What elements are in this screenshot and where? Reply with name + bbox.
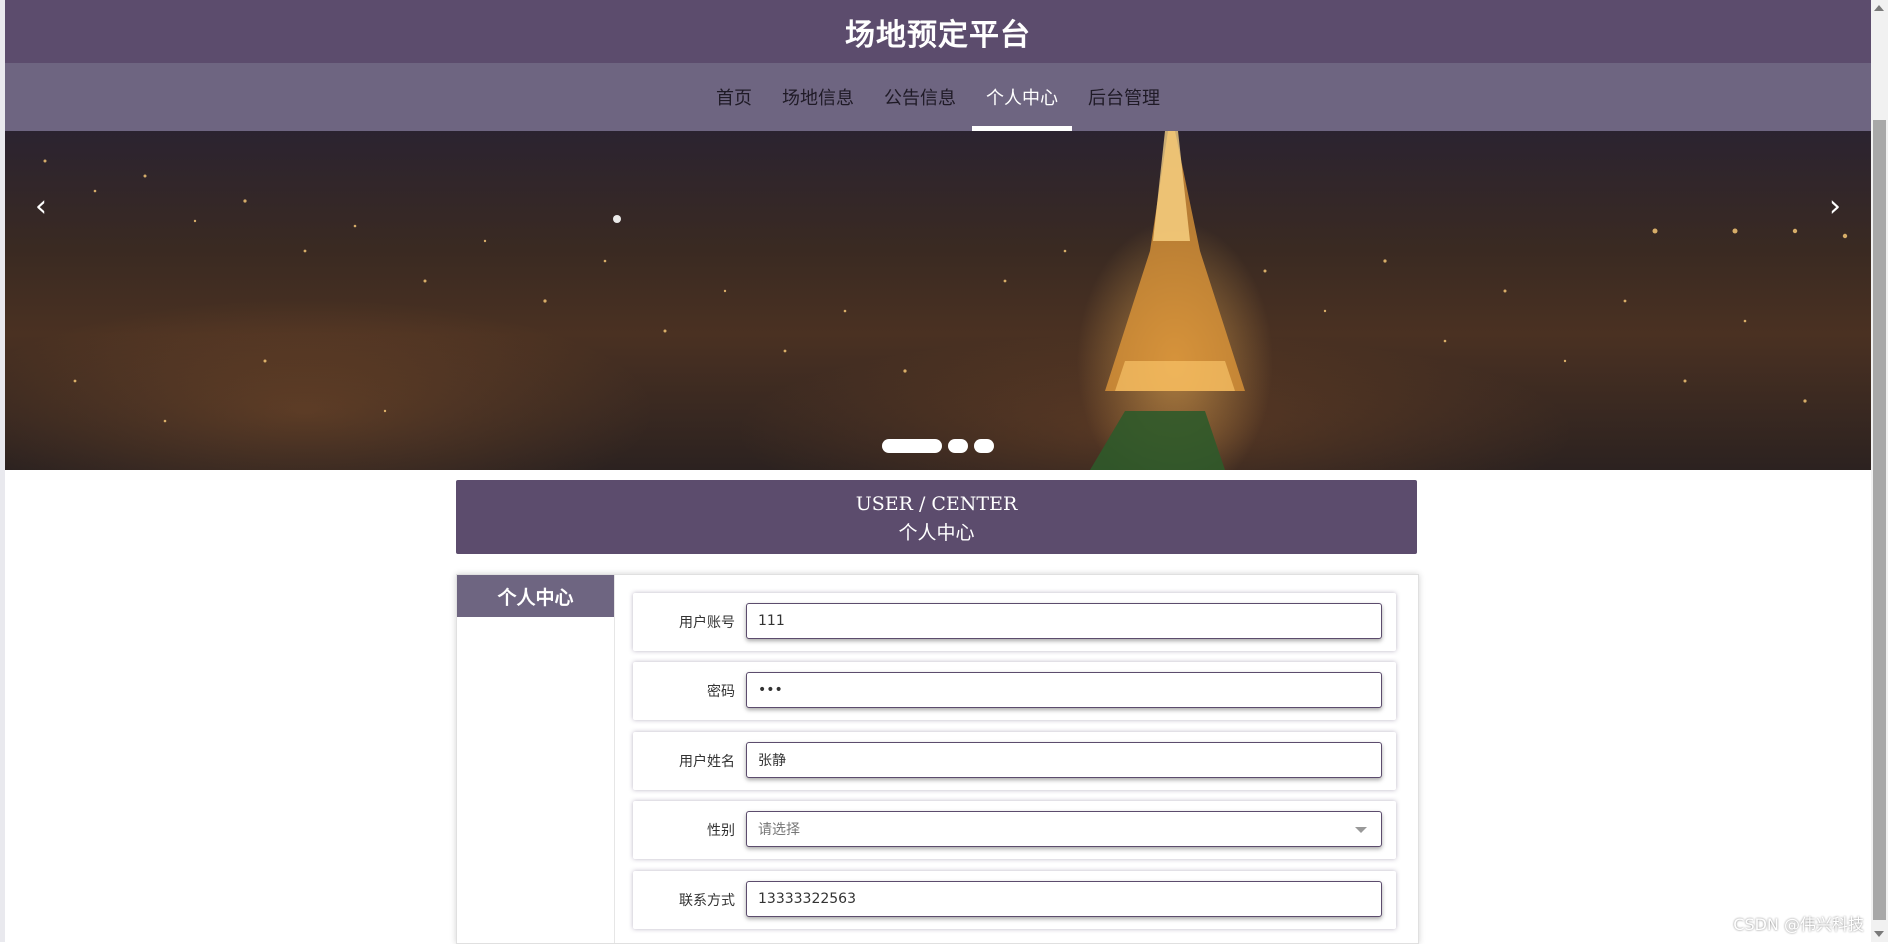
phone-row: 联系方式 13333322563 xyxy=(633,871,1396,929)
scroll-up-icon[interactable] xyxy=(1874,5,1884,11)
user-center-panel: 个人中心 用户账号 111 密码 ••• 用户姓名 张静 性别 请选择 联系方式… xyxy=(456,574,1419,944)
nav-personal-center-label: 个人中心 xyxy=(986,88,1058,109)
gender-row: 性别 请选择 xyxy=(633,801,1396,859)
carousel-dot-1[interactable] xyxy=(882,439,942,453)
nav-admin[interactable]: 后台管理 xyxy=(1074,63,1174,131)
nav-announcements[interactable]: 公告信息 xyxy=(870,63,970,131)
sidebar-item-label: 个人中心 xyxy=(497,586,574,609)
gender-select-placeholder: 请选择 xyxy=(758,822,800,838)
section-title-cn: 个人中心 xyxy=(898,522,975,544)
nav-home-label: 首页 xyxy=(716,88,752,109)
account-label: 用户账号 xyxy=(679,615,735,631)
nav-home[interactable]: 首页 xyxy=(702,63,766,131)
carousel-dot-2[interactable] xyxy=(948,439,968,453)
city-night-image xyxy=(43,131,1848,470)
nav-venue-info-label: 场地信息 xyxy=(782,88,854,109)
name-input[interactable]: 张静 xyxy=(746,742,1382,778)
main-nav: 首页 场地信息 公告信息 个人中心 后台管理 xyxy=(5,63,1871,131)
name-row: 用户姓名 张静 xyxy=(633,732,1396,790)
scrollbar-thumb[interactable] xyxy=(1873,120,1886,920)
chevron-left-icon: ‹ xyxy=(35,189,47,224)
scroll-down-icon[interactable] xyxy=(1874,931,1884,937)
account-input[interactable]: 111 xyxy=(746,603,1382,639)
gender-label: 性别 xyxy=(707,823,735,839)
phone-label: 联系方式 xyxy=(679,893,735,909)
carousel-dot-3[interactable] xyxy=(974,439,994,453)
site-title: 场地预定平台 xyxy=(845,17,1031,53)
sidebar-divider xyxy=(614,575,615,943)
watermark: CSDN @伟兴科技 xyxy=(1733,915,1864,934)
password-input[interactable]: ••• xyxy=(746,672,1382,708)
password-row: 密码 ••• xyxy=(633,662,1396,720)
carousel-indicators xyxy=(882,439,994,453)
section-title-bar: USER / CENTER 个人中心 xyxy=(456,480,1417,554)
chevron-down-icon xyxy=(1355,827,1367,833)
name-label: 用户姓名 xyxy=(679,754,735,770)
nav-venue-info[interactable]: 场地信息 xyxy=(768,63,868,131)
phone-input[interactable]: 13333322563 xyxy=(746,881,1382,917)
carousel-banner[interactable]: ‹ › xyxy=(5,131,1871,470)
page-scrollbar[interactable] xyxy=(1871,0,1888,942)
nav-personal-center[interactable]: 个人中心 xyxy=(972,63,1072,131)
nav-announcements-label: 公告信息 xyxy=(884,88,956,109)
chevron-right-icon: › xyxy=(1829,189,1841,224)
sidebar-item-personal-center[interactable]: 个人中心 xyxy=(457,575,614,617)
nav-admin-label: 后台管理 xyxy=(1088,88,1160,109)
site-header: 场地预定平台 xyxy=(5,0,1871,63)
gender-select[interactable]: 请选择 xyxy=(746,811,1382,847)
section-title-en: USER / CENTER xyxy=(855,493,1018,515)
carousel-next-button[interactable]: › xyxy=(1821,187,1849,227)
account-row: 用户账号 111 xyxy=(633,593,1396,651)
password-label: 密码 xyxy=(707,684,735,700)
carousel-prev-button[interactable]: ‹ xyxy=(27,187,55,227)
